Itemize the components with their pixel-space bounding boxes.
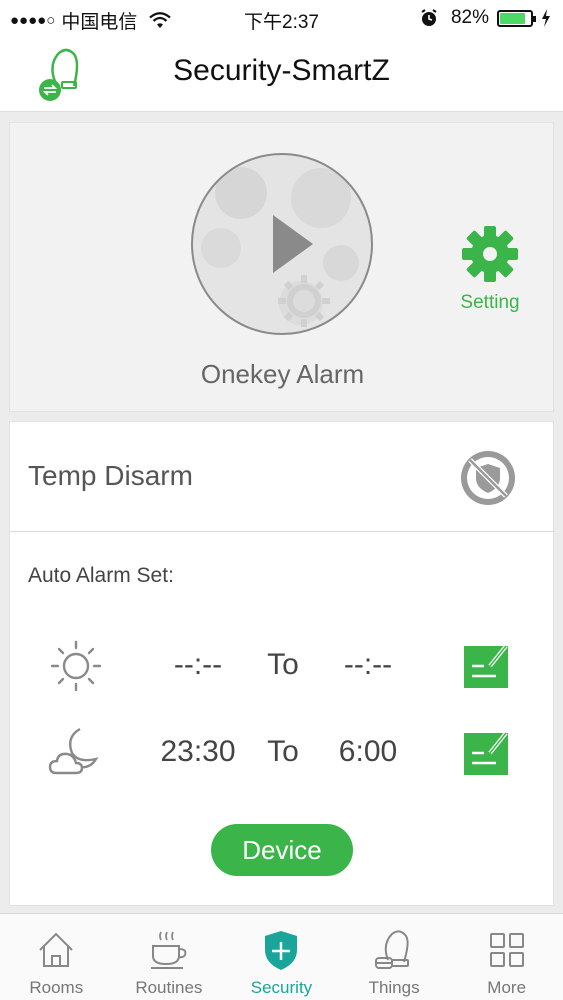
night-to-label: To [267,735,299,768]
tab-routines[interactable]: Routines [113,914,226,1000]
schedule-row-night: 23:30 To 6:00 [10,717,555,787]
setting-button[interactable]: Setting [450,225,530,325]
tab-label: Security [250,978,313,997]
edit-night-schedule-icon[interactable] [462,727,512,777]
battery-percentage: 82% [450,7,489,28]
alarm-clock-icon [421,9,437,26]
house-icon [39,932,74,967]
tab-rooms[interactable]: Rooms [0,914,113,1000]
onekey-alarm-button[interactable] [191,153,373,335]
edit-day-schedule-icon[interactable] [462,640,512,690]
charging-bolt-icon [542,9,550,27]
gear-icon [462,226,518,282]
day-start-time: --:-- [173,648,223,681]
device-button[interactable]: Device [211,824,353,876]
grid-icon [489,933,524,967]
setting-label: Setting [460,292,520,313]
shield-plus-icon [265,931,298,970]
schedule-row-day: --:-- To --:-- [10,630,555,700]
tab-security[interactable]: Security [225,914,338,1000]
day-end-time: --:-- [343,648,393,681]
sun-icon [50,640,102,692]
night-start-time: 23:30 [160,735,236,768]
onekey-alarm-card: Onekey Alarm Setting [9,122,554,412]
tab-label: Routines [135,978,203,997]
shield-off-icon[interactable] [458,448,518,508]
page-title: Security-SmartZ [173,54,390,87]
nav-header: Security-SmartZ [0,36,563,112]
day-to-label: To [267,648,299,681]
play-icon [201,167,359,327]
vacuum-icon [375,930,410,969]
auto-alarm-title: Auto Alarm Set: [28,564,174,587]
status-bar: ●●●●○ 中国电信 下午2:37 82% [0,0,563,36]
tab-bar: Rooms Routines Security Things More [0,913,563,1000]
tab-things[interactable]: Things [338,914,451,1000]
tab-label: More [487,978,527,997]
battery-icon [497,9,536,27]
night-end-time: 6:00 [338,735,398,768]
tab-more[interactable]: More [450,914,563,1000]
onekey-alarm-label: Onekey Alarm [200,359,365,389]
coffee-cup-icon [150,931,187,969]
alarm-settings-panel: Temp Disarm Auto Alarm Set: --:-- To --:… [9,421,555,906]
temp-disarm-row[interactable]: Temp Disarm [10,422,555,532]
tab-label: Things [368,978,420,997]
tab-label: Rooms [29,978,84,997]
moon-cloud-icon [48,727,99,775]
temp-disarm-label: Temp Disarm [28,460,193,491]
